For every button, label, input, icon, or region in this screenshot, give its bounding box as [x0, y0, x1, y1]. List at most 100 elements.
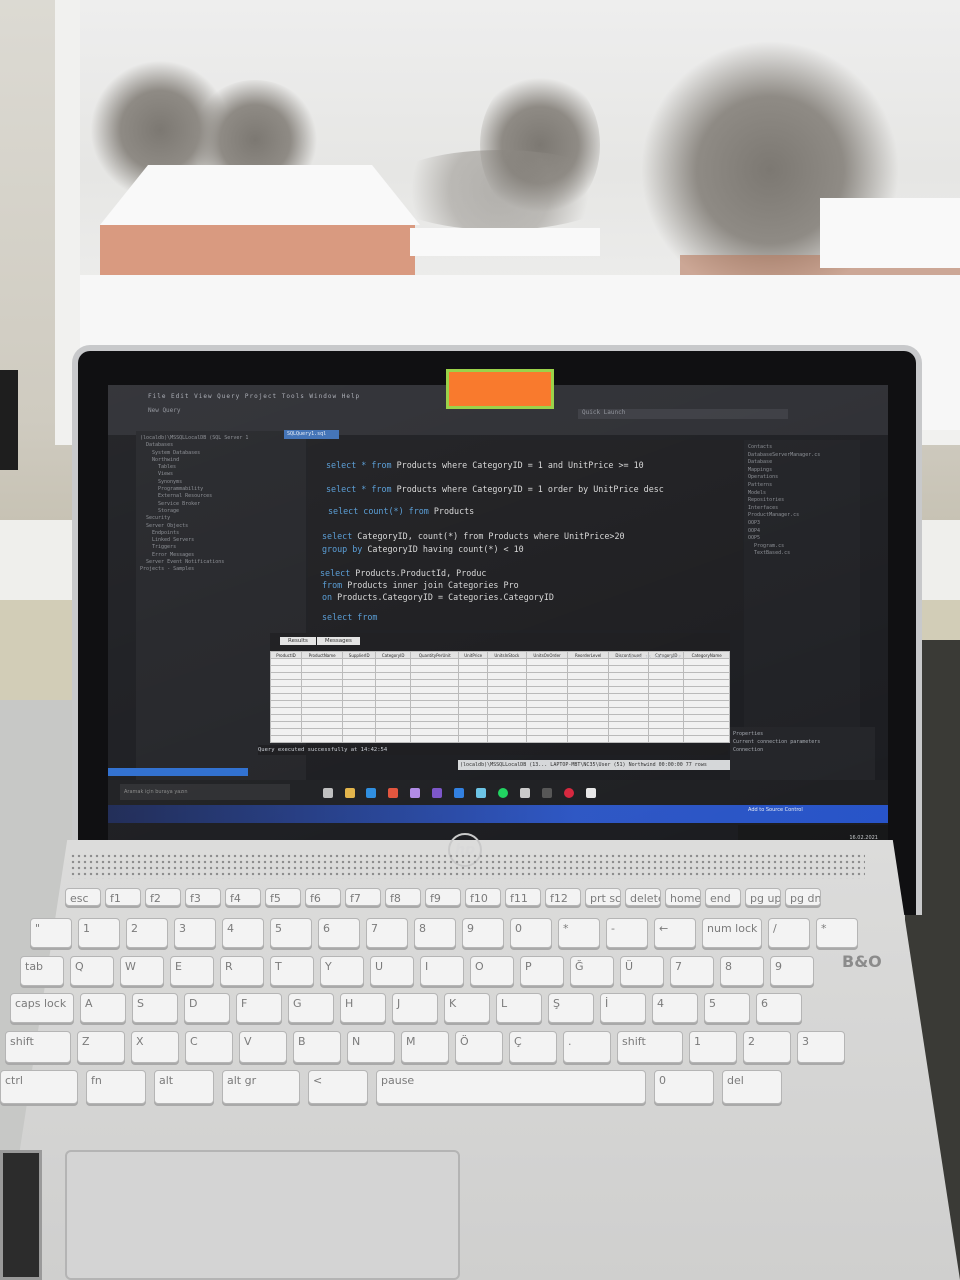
grid-column-header[interactable]: UnitPrice: [458, 651, 489, 659]
key[interactable]: M: [401, 1031, 449, 1063]
grid-column-header[interactable]: CategoryName: [683, 651, 730, 659]
key[interactable]: A: [80, 993, 126, 1023]
solution-item[interactable]: OOP5: [748, 535, 856, 543]
key[interactable]: 8: [414, 918, 456, 948]
solution-item[interactable]: OOP4: [748, 528, 856, 536]
key[interactable]: end: [705, 888, 741, 906]
solution-item[interactable]: ProductManager.cs: [748, 512, 856, 520]
table-row[interactable]: [270, 707, 730, 715]
table-row[interactable]: [270, 693, 730, 701]
key[interactable]: Ğ: [570, 956, 614, 986]
key[interactable]: Y: [320, 956, 364, 986]
key[interactable]: f3: [185, 888, 221, 906]
new-query-button[interactable]: New Query: [148, 407, 181, 414]
key[interactable]: G: [288, 993, 334, 1023]
key[interactable]: del: [722, 1070, 782, 1104]
edge-icon[interactable]: [323, 788, 333, 798]
grid-column-header[interactable]: UnitsOnOrder: [525, 651, 569, 659]
key[interactable]: tab: [20, 956, 64, 986]
key[interactable]: shift: [5, 1031, 71, 1063]
quick-launch-input[interactable]: Quick Launch: [578, 409, 788, 419]
key[interactable]: N: [347, 1031, 395, 1063]
key[interactable]: 5: [704, 993, 750, 1023]
key[interactable]: S: [132, 993, 178, 1023]
key[interactable]: R: [220, 956, 264, 986]
key[interactable]: <: [308, 1070, 368, 1104]
tree-item[interactable]: Programmability: [140, 486, 302, 493]
key[interactable]: f10: [465, 888, 501, 906]
key[interactable]: 8: [720, 956, 764, 986]
solution-item[interactable]: Program.cs: [748, 543, 856, 551]
solution-item[interactable]: DatabaseServerManager.cs: [748, 452, 856, 460]
key[interactable]: T: [270, 956, 314, 986]
key[interactable]: W: [120, 956, 164, 986]
solution-item[interactable]: Contacts: [748, 444, 856, 452]
chrome-icon[interactable]: [388, 788, 398, 798]
key[interactable]: ctrl: [0, 1070, 78, 1104]
add-to-source-control[interactable]: Add to Source Control: [748, 807, 803, 813]
spotify-icon[interactable]: [498, 788, 508, 798]
solution-item[interactable]: Repositories: [748, 497, 856, 505]
tree-item[interactable]: Linked Servers: [140, 537, 302, 544]
tree-item[interactable]: Views: [140, 471, 302, 478]
key[interactable]: pg up: [745, 888, 781, 906]
tree-item[interactable]: Projects - Samples: [140, 566, 302, 573]
vscode-icon[interactable]: [454, 788, 464, 798]
key[interactable]: İ: [600, 993, 646, 1023]
code-editor[interactable]: select * from Products where CategoryID …: [308, 440, 743, 630]
key[interactable]: 3: [797, 1031, 845, 1063]
tree-item[interactable]: Tables: [140, 464, 302, 471]
table-row[interactable]: [270, 714, 730, 722]
key[interactable]: Z: [77, 1031, 125, 1063]
tree-item[interactable]: Security: [140, 515, 302, 522]
solution-item[interactable]: Operations: [748, 474, 856, 482]
app-icon[interactable]: [410, 788, 420, 798]
key[interactable]: D: [184, 993, 230, 1023]
key[interactable]: K: [444, 993, 490, 1023]
key[interactable]: pause: [376, 1070, 646, 1104]
key[interactable]: 6: [318, 918, 360, 948]
key[interactable]: alt gr: [222, 1070, 300, 1104]
pinterest-icon[interactable]: [564, 788, 574, 798]
tree-item[interactable]: Server Event Notifications: [140, 559, 302, 566]
key[interactable]: 3: [174, 918, 216, 948]
key[interactable]: C: [185, 1031, 233, 1063]
key[interactable]: E: [170, 956, 214, 986]
file-explorer-icon[interactable]: [345, 788, 355, 798]
tree-item[interactable]: Service Broker: [140, 501, 302, 508]
tree-item[interactable]: Endpoints: [140, 530, 302, 537]
key[interactable]: f7: [345, 888, 381, 906]
solution-item[interactable]: OOP3: [748, 520, 856, 528]
tree-item[interactable]: Triggers: [140, 544, 302, 551]
key[interactable]: Ö: [455, 1031, 503, 1063]
key[interactable]: delete: [625, 888, 661, 906]
tree-item[interactable]: Server Objects: [140, 523, 302, 530]
tree-item[interactable]: External Resources: [140, 493, 302, 500]
key[interactable]: Ş: [548, 993, 594, 1023]
key[interactable]: 4: [652, 993, 698, 1023]
results-grid[interactable]: ProductID ProductName SupplierID CategoryID…: [270, 651, 730, 743]
key[interactable]: /: [768, 918, 810, 948]
app-icon[interactable]: [520, 788, 530, 798]
key[interactable]: .: [563, 1031, 611, 1063]
key[interactable]: 7: [670, 956, 714, 986]
tree-item[interactable]: Databases: [140, 442, 302, 449]
table-row[interactable]: [270, 721, 730, 729]
key[interactable]: Ç: [509, 1031, 557, 1063]
key[interactable]: f4: [225, 888, 261, 906]
taskbar-search[interactable]: Aramak için buraya yazın: [120, 784, 290, 800]
key[interactable]: 5: [270, 918, 312, 948]
key[interactable]: f1: [105, 888, 141, 906]
key[interactable]: num lock: [702, 918, 762, 948]
key[interactable]: 1: [78, 918, 120, 948]
key[interactable]: F: [236, 993, 282, 1023]
key[interactable]: pg dn: [785, 888, 821, 906]
key[interactable]: Ü: [620, 956, 664, 986]
key[interactable]: Q: [70, 956, 114, 986]
key[interactable]: shift: [617, 1031, 683, 1063]
key[interactable]: X: [131, 1031, 179, 1063]
grid-column-header[interactable]: QuantityPerUnit: [410, 651, 460, 659]
key[interactable]: fn: [86, 1070, 146, 1104]
key[interactable]: f5: [265, 888, 301, 906]
key[interactable]: f8: [385, 888, 421, 906]
